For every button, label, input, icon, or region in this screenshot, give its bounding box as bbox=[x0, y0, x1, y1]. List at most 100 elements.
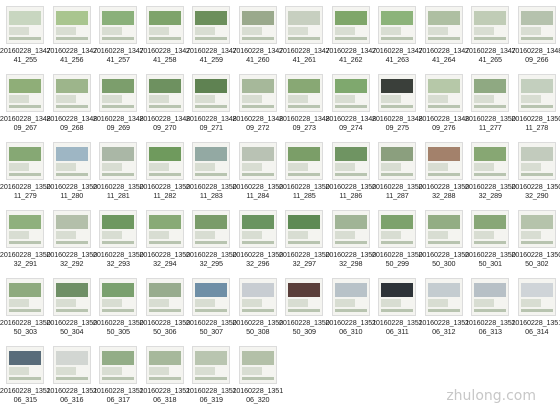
file-item[interactable]: 20160228_1351 06_316 bbox=[46, 344, 97, 412]
file-thumbnail[interactable] bbox=[424, 6, 463, 44]
file-thumbnail[interactable] bbox=[471, 142, 510, 180]
file-thumbnail[interactable] bbox=[378, 142, 417, 180]
file-item[interactable]: 20160228_1350 32_297 bbox=[279, 208, 330, 276]
file-thumbnail[interactable] bbox=[331, 74, 370, 112]
file-item[interactable]: 20160228_1348 09_267 bbox=[0, 72, 51, 140]
file-item[interactable]: 20160228_1350 11_284 bbox=[232, 140, 283, 208]
file-thumbnail[interactable] bbox=[517, 142, 556, 180]
file-item[interactable]: 20160228_1348 09_266 bbox=[511, 4, 560, 72]
file-item[interactable]: 20160228_1351 06_320 bbox=[232, 344, 283, 412]
file-thumbnail[interactable] bbox=[6, 74, 45, 112]
file-thumbnail[interactable] bbox=[238, 278, 277, 316]
file-thumbnail[interactable] bbox=[99, 6, 138, 44]
file-item[interactable]: 20160228_1347 41_262 bbox=[325, 4, 376, 72]
file-item[interactable]: 20160228_1350 32_288 bbox=[418, 140, 469, 208]
file-thumbnail[interactable] bbox=[99, 142, 138, 180]
file-item[interactable]: 20160228_1350 11_287 bbox=[372, 140, 423, 208]
file-thumbnail[interactable] bbox=[285, 278, 324, 316]
file-thumbnail[interactable] bbox=[238, 210, 277, 248]
file-thumbnail[interactable] bbox=[52, 74, 91, 112]
file-item[interactable]: 20160228_1350 32_291 bbox=[0, 208, 51, 276]
file-item[interactable]: 20160228_1350 50_307 bbox=[186, 276, 237, 344]
file-item[interactable]: 20160228_1347 41_265 bbox=[465, 4, 516, 72]
file-thumbnail[interactable] bbox=[378, 278, 417, 316]
file-item[interactable]: 20160228_1350 50_302 bbox=[511, 208, 560, 276]
file-thumbnail[interactable] bbox=[52, 6, 91, 44]
file-item[interactable]: 20160228_1351 06_311 bbox=[372, 276, 423, 344]
file-item[interactable]: 20160228_1350 32_296 bbox=[232, 208, 283, 276]
file-item[interactable]: 20160228_1348 09_269 bbox=[93, 72, 144, 140]
file-item[interactable]: 20160228_1351 06_317 bbox=[93, 344, 144, 412]
file-item[interactable]: 20160228_1350 32_293 bbox=[93, 208, 144, 276]
file-item[interactable]: 20160228_1350 50_301 bbox=[465, 208, 516, 276]
file-item[interactable]: 20160228_1351 06_315 bbox=[0, 344, 51, 412]
file-item[interactable]: 20160228_1350 11_277 bbox=[465, 72, 516, 140]
file-item[interactable]: 20160228_1350 32_295 bbox=[186, 208, 237, 276]
file-thumbnail[interactable] bbox=[192, 346, 231, 384]
file-thumbnail[interactable] bbox=[6, 6, 45, 44]
file-thumbnail[interactable] bbox=[378, 74, 417, 112]
file-thumbnail[interactable] bbox=[471, 6, 510, 44]
file-thumbnail[interactable] bbox=[517, 210, 556, 248]
file-thumbnail[interactable] bbox=[238, 142, 277, 180]
file-thumbnail[interactable] bbox=[424, 210, 463, 248]
file-item[interactable]: 20160228_1348 09_272 bbox=[232, 72, 283, 140]
file-item[interactable]: 20160228_1347 41_260 bbox=[232, 4, 283, 72]
file-item[interactable]: 20160228_1347 41_255 bbox=[0, 4, 51, 72]
file-thumbnail[interactable] bbox=[6, 346, 45, 384]
file-thumbnail[interactable] bbox=[52, 346, 91, 384]
file-thumbnail[interactable] bbox=[6, 210, 45, 248]
file-thumbnail[interactable] bbox=[99, 210, 138, 248]
file-thumbnail[interactable] bbox=[238, 346, 277, 384]
file-item[interactable]: 20160228_1347 41_259 bbox=[186, 4, 237, 72]
file-item[interactable]: 20160228_1351 06_319 bbox=[186, 344, 237, 412]
file-item[interactable]: 20160228_1350 50_309 bbox=[279, 276, 330, 344]
file-thumbnail[interactable] bbox=[424, 74, 463, 112]
file-thumbnail[interactable] bbox=[192, 6, 231, 44]
file-thumbnail[interactable] bbox=[285, 210, 324, 248]
file-item[interactable]: 20160228_1351 06_314 bbox=[511, 276, 560, 344]
file-thumbnail[interactable] bbox=[145, 142, 184, 180]
file-thumbnail[interactable] bbox=[192, 278, 231, 316]
file-thumbnail[interactable] bbox=[517, 6, 556, 44]
file-item[interactable]: 20160228_1347 41_258 bbox=[139, 4, 190, 72]
file-thumbnail[interactable] bbox=[192, 74, 231, 112]
file-item[interactable]: 20160228_1347 41_264 bbox=[418, 4, 469, 72]
file-thumbnail[interactable] bbox=[517, 74, 556, 112]
file-thumbnail[interactable] bbox=[238, 6, 277, 44]
file-thumbnail[interactable] bbox=[99, 346, 138, 384]
file-item[interactable]: 20160228_1350 32_289 bbox=[465, 140, 516, 208]
file-item[interactable]: 20160228_1350 11_285 bbox=[279, 140, 330, 208]
file-item[interactable]: 20160228_1350 50_299 bbox=[372, 208, 423, 276]
file-thumbnail[interactable] bbox=[238, 74, 277, 112]
file-thumbnail[interactable] bbox=[424, 278, 463, 316]
file-thumbnail[interactable] bbox=[145, 346, 184, 384]
file-item[interactable]: 20160228_1350 50_304 bbox=[46, 276, 97, 344]
file-item[interactable]: 20160228_1350 32_298 bbox=[325, 208, 376, 276]
file-item[interactable]: 20160228_1347 41_257 bbox=[93, 4, 144, 72]
file-thumbnail[interactable] bbox=[52, 142, 91, 180]
file-thumbnail[interactable] bbox=[331, 210, 370, 248]
file-thumbnail[interactable] bbox=[424, 142, 463, 180]
file-item[interactable]: 20160228_1348 09_276 bbox=[418, 72, 469, 140]
file-item[interactable]: 20160228_1350 11_283 bbox=[186, 140, 237, 208]
file-item[interactable]: 20160228_1348 09_275 bbox=[372, 72, 423, 140]
file-item[interactable]: 20160228_1351 06_318 bbox=[139, 344, 190, 412]
file-thumbnail[interactable] bbox=[471, 278, 510, 316]
file-thumbnail[interactable] bbox=[145, 210, 184, 248]
file-item[interactable]: 20160228_1350 50_300 bbox=[418, 208, 469, 276]
file-thumbnail[interactable] bbox=[285, 142, 324, 180]
file-item[interactable]: 20160228_1350 50_305 bbox=[93, 276, 144, 344]
file-item[interactable]: 20160228_1348 09_274 bbox=[325, 72, 376, 140]
file-item[interactable]: 20160228_1350 11_279 bbox=[0, 140, 51, 208]
file-thumbnail[interactable] bbox=[6, 278, 45, 316]
file-thumbnail[interactable] bbox=[52, 210, 91, 248]
file-item[interactable]: 20160228_1350 50_303 bbox=[0, 276, 51, 344]
file-item[interactable]: 20160228_1347 41_263 bbox=[372, 4, 423, 72]
file-item[interactable]: 20160228_1350 11_281 bbox=[93, 140, 144, 208]
file-thumbnail[interactable] bbox=[517, 278, 556, 316]
file-thumbnail[interactable] bbox=[99, 278, 138, 316]
file-item[interactable]: 20160228_1351 06_310 bbox=[325, 276, 376, 344]
file-item[interactable]: 20160228_1348 09_270 bbox=[139, 72, 190, 140]
file-item[interactable]: 20160228_1347 41_256 bbox=[46, 4, 97, 72]
